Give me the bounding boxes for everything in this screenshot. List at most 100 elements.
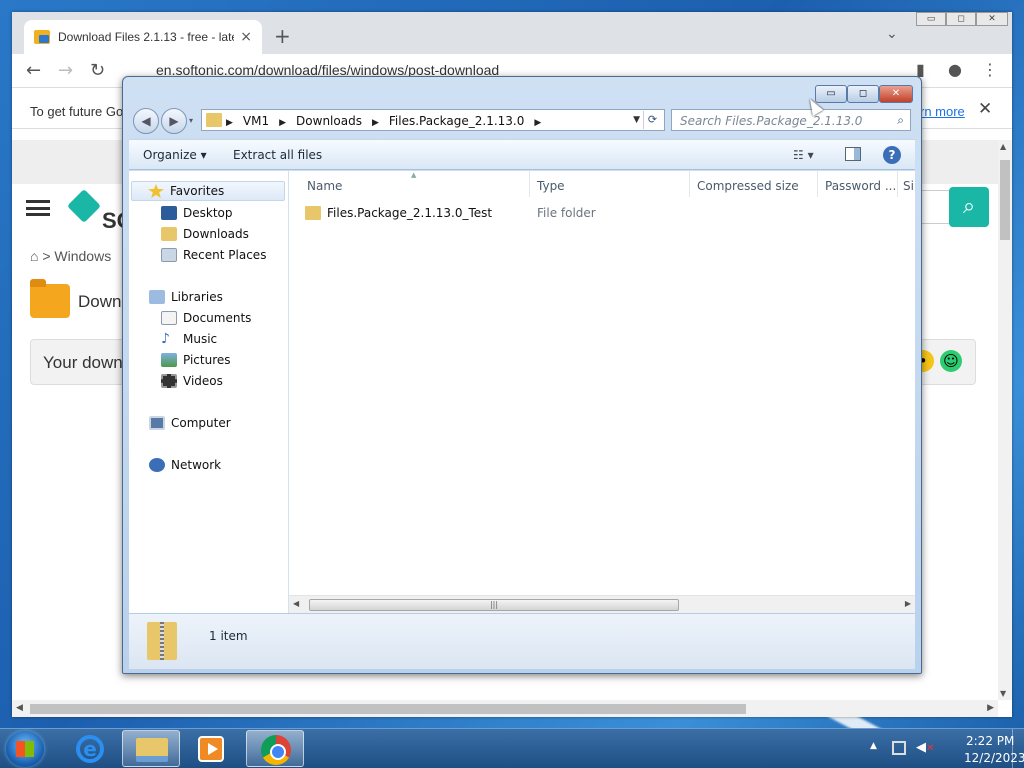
volume-muted-icon[interactable]: ◀✕	[916, 740, 934, 755]
column-divider[interactable]	[897, 171, 898, 197]
nav-item-libraries[interactable]: Libraries	[149, 287, 223, 307]
zip-folder-icon	[147, 622, 177, 660]
breadcrumb-vm1[interactable]: VM1	[243, 114, 269, 128]
folder-icon	[305, 206, 321, 220]
infobar-close-icon[interactable]: ✕	[978, 99, 992, 119]
nav-item-recent-places[interactable]: Recent Places	[161, 245, 266, 265]
breadcrumb-separator-icon[interactable]: ▶	[279, 118, 286, 128]
organize-button[interactable]: Organize ▾	[143, 148, 207, 162]
taskbar-windows-explorer[interactable]	[122, 730, 180, 767]
help-icon[interactable]: ?	[883, 146, 901, 164]
column-header-type[interactable]: Type	[537, 179, 565, 193]
profile-avatar[interactable]: ●	[948, 60, 962, 79]
chrome-icon	[261, 735, 291, 765]
preview-pane-icon[interactable]	[845, 147, 861, 161]
tab-close-icon[interactable]: ×	[240, 29, 252, 45]
file-list-horizontal-scrollbar[interactable]: ◀ ||| ▶	[289, 595, 915, 613]
taskbar-media-player[interactable]	[182, 730, 240, 767]
scroll-right-icon[interactable]: ▶	[905, 599, 911, 608]
browser-minimize-button[interactable]: ▭	[916, 12, 946, 26]
nav-item-videos[interactable]: Videos	[161, 371, 223, 391]
column-header-name[interactable]: Name	[307, 179, 342, 193]
menu-kebab-icon[interactable]: ⋮	[982, 60, 998, 79]
address-dropdown-icon[interactable]: ▼	[633, 115, 640, 125]
nav-label: Computer	[171, 416, 231, 430]
windows-explorer-icon	[136, 738, 168, 762]
scroll-thumb[interactable]	[30, 704, 746, 714]
extract-all-files-button[interactable]: Extract all files	[233, 148, 322, 162]
nav-item-pictures[interactable]: Pictures	[161, 350, 231, 370]
nav-label: Pictures	[183, 353, 231, 367]
nav-item-favorites[interactable]: Favorites	[131, 181, 285, 201]
nav-item-computer[interactable]: Computer	[149, 413, 231, 433]
happy-face-icon[interactable]: ☺	[940, 350, 962, 372]
close-button[interactable]: ✕	[879, 85, 913, 103]
browser-tab[interactable]: Download Files 2.1.13 - free - latest ×	[24, 20, 262, 54]
nav-item-documents[interactable]: Documents	[161, 308, 251, 328]
scroll-left-icon[interactable]: ◀	[16, 703, 23, 713]
scroll-left-icon[interactable]: ◀	[293, 599, 299, 608]
address-bar[interactable]: ▶ VM1 ▶ Downloads ▶ Files.Package_2.1.13.0 ▶ ▼…	[201, 109, 665, 131]
column-header-size[interactable]: Si	[903, 179, 914, 193]
file-row[interactable]: Files.Package_2.1.13.0_Test	[305, 203, 492, 223]
breadcrumb-package[interactable]: Files.Package_2.1.13.0	[389, 114, 525, 128]
page-vertical-scrollbar[interactable]: ▲ ▼	[998, 140, 1012, 700]
breadcrumb-separator-icon[interactable]: ▶	[226, 118, 233, 128]
scroll-up-icon[interactable]: ▲	[1000, 142, 1006, 151]
refresh-icon[interactable]: ⟳	[643, 111, 661, 129]
breadcrumb-downloads[interactable]: Downloads	[296, 114, 362, 128]
browser-close-button[interactable]: ✕	[976, 12, 1008, 26]
column-divider[interactable]	[817, 171, 818, 197]
nav-label: Network	[171, 458, 222, 472]
forward-arrow-icon[interactable]: ▶	[161, 108, 187, 134]
search-icon[interactable]: ⌕	[897, 113, 904, 128]
show-hidden-icons-icon[interactable]: ▲	[870, 741, 877, 751]
clock-time[interactable]: 2:22 PM	[966, 734, 1014, 748]
page-horizontal-scrollbar[interactable]: ◀ ▶	[12, 700, 998, 717]
scroll-down-icon[interactable]: ▼	[1000, 689, 1006, 698]
reload-icon[interactable]: ↻	[90, 60, 105, 81]
breadcrumb[interactable]: ⌂ > Windows	[30, 248, 111, 264]
documents-icon	[161, 311, 177, 325]
nav-label: Recent Places	[183, 248, 267, 262]
taskbar-chrome[interactable]	[246, 730, 304, 767]
search-input[interactable]: Search Files.Package_2.1.13.0 ⌕	[671, 109, 911, 131]
maximize-button[interactable]: ◻	[847, 85, 879, 103]
hamburger-menu-icon[interactable]	[26, 200, 50, 216]
nav-item-downloads[interactable]: Downloads	[161, 224, 249, 244]
new-tab-button[interactable]: +	[274, 24, 291, 48]
back-icon[interactable]: ←	[26, 60, 41, 81]
column-divider[interactable]	[529, 171, 530, 197]
nav-item-music[interactable]: ♪ Music	[161, 329, 217, 349]
browser-maximize-button[interactable]: ◻	[946, 12, 976, 26]
forward-icon[interactable]: →	[58, 60, 73, 81]
star-icon	[148, 184, 164, 198]
site-search-button[interactable]: ⌕	[949, 187, 989, 227]
softonic-logo-icon[interactable]	[67, 189, 101, 223]
command-bar: Organize ▾ Extract all files ☷ ▾ ?	[129, 139, 915, 170]
recent-locations-chevron-icon[interactable]: ▾	[189, 116, 193, 125]
change-view-icon[interactable]: ☷ ▾	[793, 148, 814, 162]
taskbar-internet-explorer[interactable]: e	[60, 730, 118, 767]
sort-ascending-icon: ▲	[411, 171, 417, 179]
nav-item-desktop[interactable]: Desktop	[161, 203, 233, 223]
breadcrumb-separator-icon[interactable]: ▶	[372, 118, 379, 128]
start-button[interactable]	[6, 731, 44, 767]
zip-folder-icon	[206, 113, 222, 127]
column-header-compressed-size[interactable]: Compressed size	[697, 179, 799, 193]
column-header-password[interactable]: Password ...	[825, 179, 896, 193]
infobar-learn-more-link[interactable]: rn more	[920, 104, 965, 119]
action-center-icon[interactable]	[892, 741, 906, 755]
scroll-right-icon[interactable]: ▶	[987, 703, 994, 713]
show-desktop-button[interactable]	[1012, 729, 1024, 768]
scroll-thumb[interactable]: |||	[309, 599, 679, 611]
minimize-button[interactable]: ▭	[815, 85, 847, 103]
nav-item-network[interactable]: Network	[149, 455, 221, 475]
download-notice-text: Your down	[43, 353, 123, 372]
tab-search-icon[interactable]: ⌄	[886, 26, 898, 42]
back-arrow-icon[interactable]: ◀	[133, 108, 159, 134]
infobar-message: To get future Go	[30, 104, 124, 119]
breadcrumb-separator-icon[interactable]: ▶	[534, 118, 541, 128]
column-divider[interactable]	[689, 171, 690, 197]
scroll-thumb[interactable]	[1000, 160, 1010, 240]
